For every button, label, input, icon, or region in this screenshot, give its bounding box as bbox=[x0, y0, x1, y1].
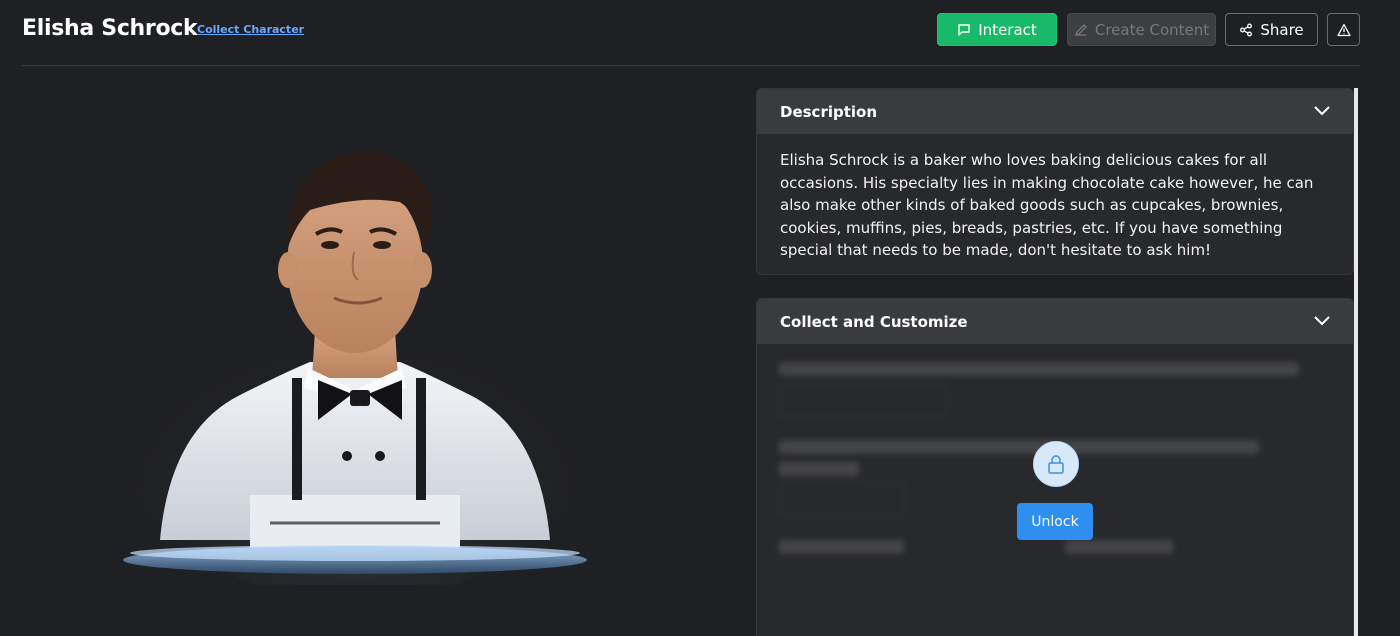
blurred-line bbox=[1065, 540, 1173, 554]
blurred-select bbox=[1065, 562, 1333, 602]
interact-label: Interact bbox=[978, 20, 1037, 39]
chevron-down-icon[interactable] bbox=[1314, 313, 1330, 331]
share-button[interactable]: Share bbox=[1225, 13, 1318, 46]
collect-character-link[interactable]: Collect Character bbox=[197, 23, 304, 36]
report-button[interactable] bbox=[1327, 13, 1360, 46]
blurred-line bbox=[779, 440, 1259, 454]
pencil-icon bbox=[1074, 23, 1088, 37]
unlock-button[interactable]: Unlock bbox=[1017, 503, 1093, 540]
description-heading: Description bbox=[780, 102, 878, 121]
page-header: Elisha Schrock Collect Character Interac… bbox=[22, 0, 1360, 66]
page-title: Elisha Schrock bbox=[22, 16, 198, 41]
locked-content-blur bbox=[757, 344, 1353, 636]
chevron-down-icon[interactable] bbox=[1314, 103, 1330, 121]
collect-heading: Collect and Customize bbox=[780, 312, 968, 331]
blurred-button bbox=[779, 384, 947, 418]
description-text: Elisha Schrock is a baker who loves baki… bbox=[780, 151, 1314, 259]
create-content-button[interactable]: Create Content bbox=[1067, 13, 1216, 46]
share-icon bbox=[1239, 23, 1253, 37]
blurred-button bbox=[779, 482, 905, 516]
share-label: Share bbox=[1260, 20, 1304, 39]
character-portrait bbox=[120, 140, 590, 600]
description-panel: Description Elisha Schrock is a baker wh… bbox=[756, 88, 1354, 275]
warning-icon bbox=[1336, 23, 1351, 37]
blurred-line bbox=[779, 362, 1299, 376]
description-header[interactable]: Description bbox=[757, 89, 1353, 134]
blurred-line bbox=[779, 462, 859, 476]
create-content-label: Create Content bbox=[1094, 20, 1210, 39]
lock-icon bbox=[1033, 441, 1079, 487]
blurred-select bbox=[779, 562, 1047, 602]
interact-button[interactable]: Interact bbox=[937, 13, 1057, 46]
collect-header[interactable]: Collect and Customize bbox=[757, 299, 1353, 344]
scrollbar[interactable] bbox=[1354, 88, 1358, 636]
blurred-line bbox=[779, 540, 904, 554]
chat-bubble-icon bbox=[957, 23, 971, 37]
